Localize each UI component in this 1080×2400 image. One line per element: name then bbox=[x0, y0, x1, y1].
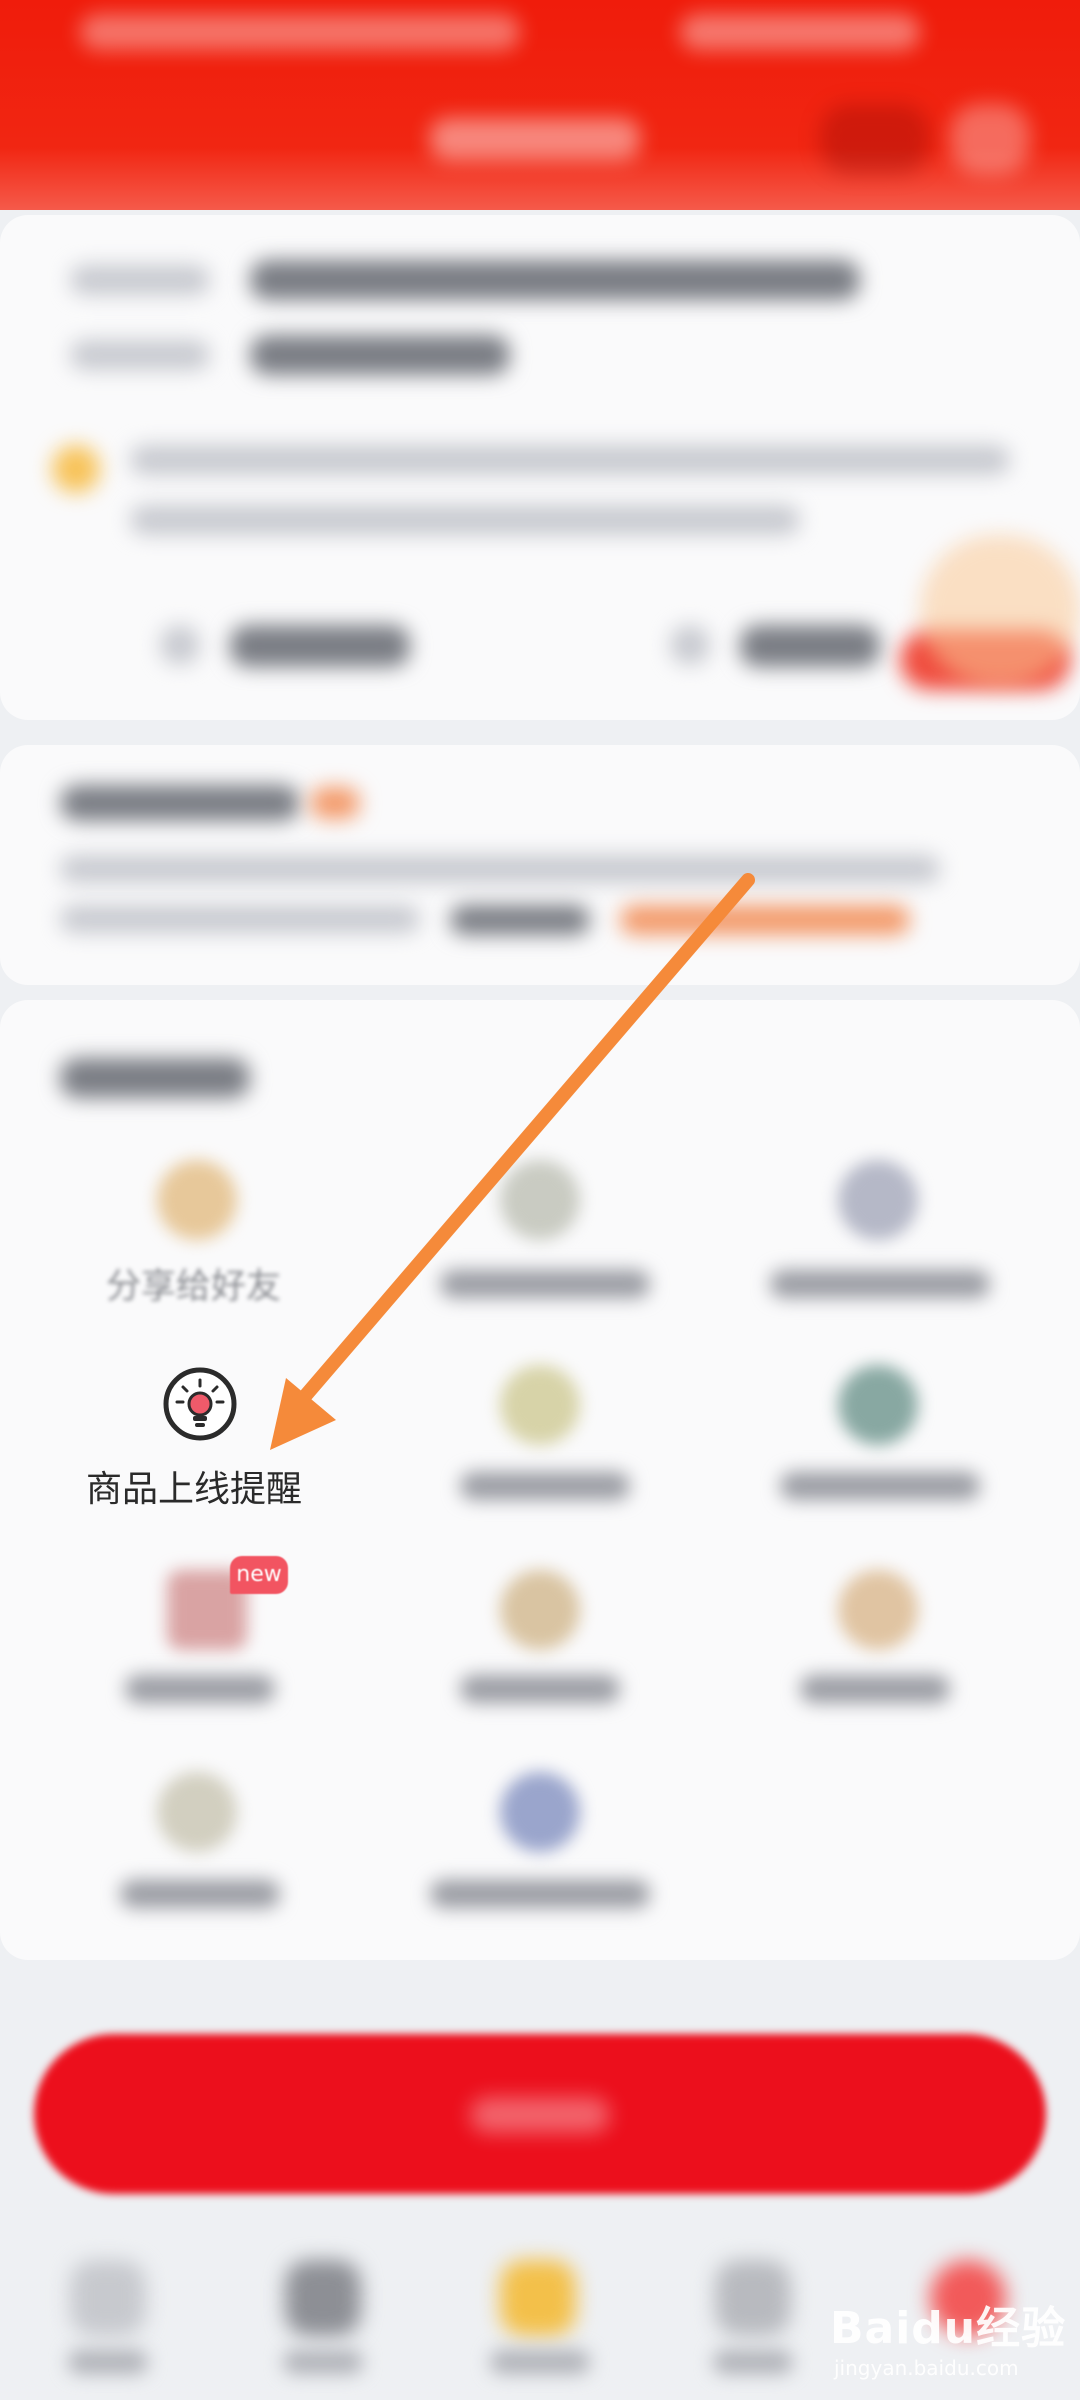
notice-title bbox=[60, 785, 300, 821]
service-icon-row1-col2[interactable] bbox=[500, 1160, 580, 1240]
floating-promo[interactable] bbox=[920, 535, 1080, 685]
header-more-button[interactable] bbox=[820, 104, 930, 174]
screen: 分享给好友 商品上线提醒 new Baidu经验 jingyan.baidu.c… bbox=[0, 0, 1080, 2400]
service-icon-row4-col2[interactable] bbox=[500, 1772, 580, 1852]
nav-icon-3[interactable] bbox=[500, 2260, 576, 2336]
info-label-1 bbox=[70, 265, 210, 295]
app-header bbox=[0, 0, 1080, 210]
service-label-row3-col3[interactable] bbox=[800, 1675, 950, 1703]
nav-icon-2[interactable] bbox=[285, 2260, 361, 2336]
new-badge: new bbox=[230, 1556, 288, 1594]
service-icon-row4-col1[interactable] bbox=[157, 1772, 237, 1852]
service-label-row2-col2[interactable] bbox=[460, 1472, 630, 1500]
watermark-brand: Baidu经验 bbox=[830, 2303, 1067, 2354]
nav-label-3[interactable] bbox=[490, 2350, 590, 2374]
nav-icon-1[interactable] bbox=[70, 2260, 146, 2336]
header-subtitle-blur bbox=[430, 118, 640, 160]
share-icon[interactable] bbox=[157, 1160, 237, 1240]
tip-line-1 bbox=[130, 445, 1010, 475]
services-title bbox=[60, 1058, 250, 1098]
action-icon-2 bbox=[670, 625, 710, 665]
service-icon-row2-col3[interactable] bbox=[838, 1365, 918, 1445]
service-label-row2-col3[interactable] bbox=[780, 1472, 980, 1500]
service-label-row4-col2[interactable] bbox=[430, 1880, 650, 1908]
nav-label-2[interactable] bbox=[283, 2350, 363, 2374]
service-icon-row2-col2[interactable] bbox=[500, 1365, 580, 1445]
notice-line-1 bbox=[60, 855, 940, 883]
share-to-friends-label[interactable]: 分享给好友 bbox=[106, 1258, 326, 1309]
header-title-blur bbox=[80, 14, 520, 50]
info-label-2 bbox=[70, 340, 210, 370]
tip-icon bbox=[52, 445, 100, 493]
notice-line-2 bbox=[60, 905, 420, 933]
action-icon-1 bbox=[160, 625, 200, 665]
info-card bbox=[0, 215, 1080, 720]
service-icon-row3-col2[interactable] bbox=[500, 1570, 580, 1650]
service-label-row3-col2[interactable] bbox=[460, 1675, 620, 1703]
nav-label-4[interactable] bbox=[713, 2350, 793, 2374]
notice-card bbox=[0, 745, 1080, 985]
notice-tag bbox=[310, 787, 360, 819]
service-label-row1-col2[interactable] bbox=[440, 1270, 650, 1298]
tip-line-2 bbox=[130, 505, 800, 535]
notice-link-1[interactable] bbox=[450, 905, 590, 935]
service-icon-row1-col3[interactable] bbox=[838, 1160, 918, 1240]
service-label-row3-col1[interactable] bbox=[125, 1675, 275, 1703]
product-launch-reminder-label[interactable]: 商品上线提醒 bbox=[86, 1460, 326, 1512]
nav-icon-4[interactable] bbox=[715, 2260, 791, 2336]
watermark-url: jingyan.baidu.com bbox=[834, 2356, 1019, 2380]
lightbulb-icon[interactable] bbox=[162, 1366, 238, 1442]
service-label-row4-col1[interactable] bbox=[120, 1880, 280, 1908]
header-right-blur bbox=[680, 14, 920, 50]
nav-label-1[interactable] bbox=[68, 2350, 148, 2374]
action-button-2[interactable] bbox=[740, 625, 880, 667]
primary-action-button-label bbox=[470, 2097, 610, 2133]
service-label-row1-col3[interactable] bbox=[770, 1270, 990, 1298]
info-value-1 bbox=[250, 260, 860, 300]
baidu-jingyan-watermark: Baidu经验 jingyan.baidu.com bbox=[822, 2284, 1072, 2394]
service-icon-row3-col3[interactable] bbox=[838, 1570, 918, 1650]
notice-link-2[interactable] bbox=[620, 905, 910, 935]
info-value-2 bbox=[250, 335, 510, 375]
header-close-button[interactable] bbox=[950, 104, 1030, 174]
action-button-1[interactable] bbox=[230, 625, 410, 667]
